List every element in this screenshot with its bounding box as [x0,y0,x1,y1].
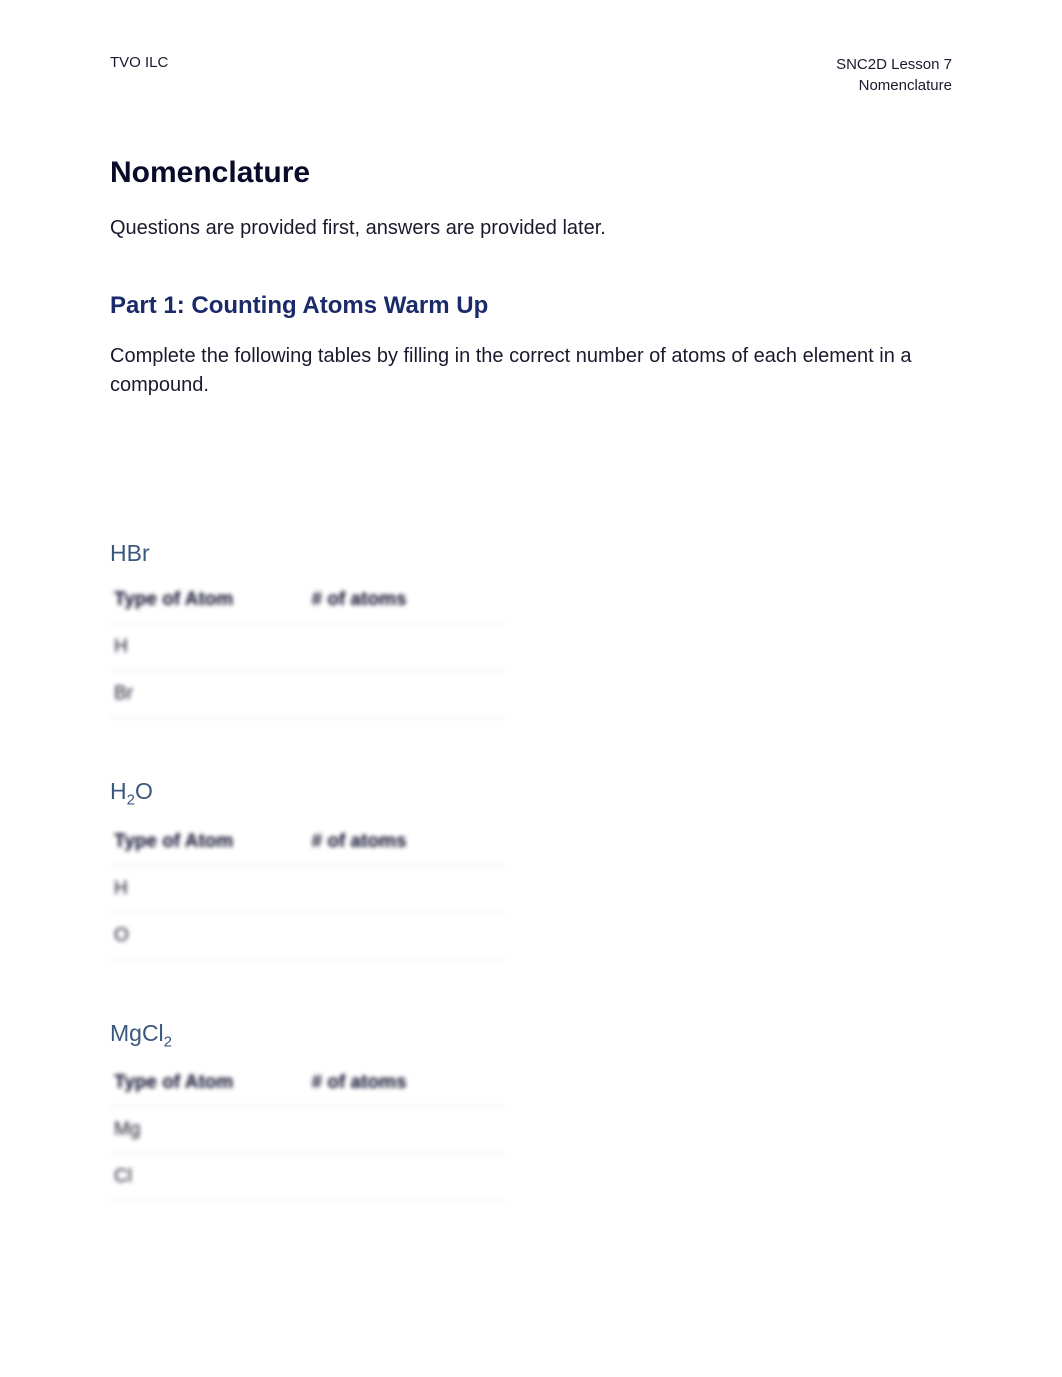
page-header: TVO ILC SNC2D Lesson 7 Nomenclature [110,54,952,96]
compound-block: H2O Type of Atom# of atomsHO [110,778,952,960]
compound-name: H2O [110,778,952,809]
header-right: SNC2D Lesson 7 Nomenclature [836,54,952,96]
atom-table: Type of Atom# of atomsMgCl [110,1060,505,1201]
compound-block: MgCl2 Type of Atom# of atomsMgCl [110,1020,952,1202]
table-header-type: Type of Atom [110,819,308,866]
atom-type-cell: Cl [110,1154,308,1201]
table-header-type: Type of Atom [110,1060,308,1107]
atom-type-cell: Br [110,671,308,718]
table-header-num: # of atoms [308,577,506,624]
table-row: O [110,913,505,960]
atom-type-cell: Mg [110,1107,308,1154]
atom-count-cell[interactable] [308,1107,506,1154]
table-row: Mg [110,1107,505,1154]
table-row: Cl [110,1154,505,1201]
table-row: H [110,624,505,671]
section-instructions: Complete the following tables by filling… [110,342,952,400]
intro-text: Questions are provided first, answers ar… [110,214,952,242]
atom-count-cell[interactable] [308,913,506,960]
compound-name: MgCl2 [110,1020,952,1051]
table-row: H [110,866,505,913]
table-row: Br [110,671,505,718]
atom-type-cell: H [110,624,308,671]
compounds-container: HBrType of Atom# of atomsHBrH2OType of A… [110,540,952,1201]
atom-type-cell: H [110,866,308,913]
atom-count-cell[interactable] [308,624,506,671]
table-header-num: # of atoms [308,819,506,866]
compound-name: HBr [110,540,952,567]
section-title: Part 1: Counting Atoms Warm Up [110,292,952,320]
header-left: TVO ILC [110,54,168,71]
atom-count-cell[interactable] [308,1154,506,1201]
atom-count-cell[interactable] [308,866,506,913]
atom-table: Type of Atom# of atomsHBr [110,577,505,718]
atom-type-cell: O [110,913,308,960]
page-title: Nomenclature [110,156,952,190]
table-header-type: Type of Atom [110,577,308,624]
atom-table: Type of Atom# of atomsHO [110,819,505,960]
header-right-line1: SNC2D Lesson 7 [836,54,952,75]
atom-count-cell[interactable] [308,671,506,718]
compound-block: HBrType of Atom# of atomsHBr [110,540,952,718]
table-header-num: # of atoms [308,1060,506,1107]
header-right-line2: Nomenclature [836,75,952,96]
